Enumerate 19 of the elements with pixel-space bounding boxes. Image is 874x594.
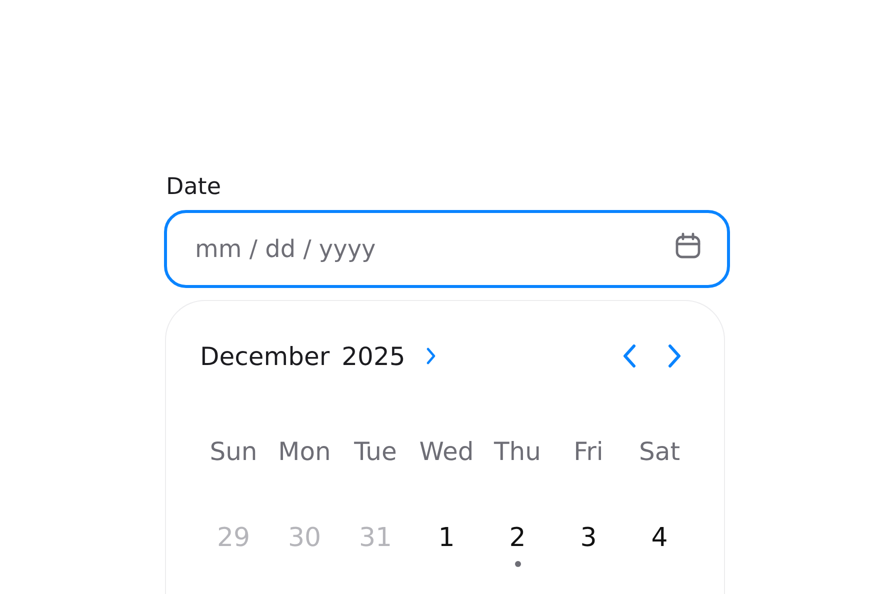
day-number[interactable]: 2 <box>509 523 526 553</box>
day-number[interactable]: 3 <box>580 523 597 553</box>
day-number[interactable]: 4 <box>651 523 668 553</box>
weekday-label: Thu <box>494 436 541 466</box>
weekday-label: Mon <box>278 436 331 466</box>
next-month-icon[interactable] <box>666 344 682 368</box>
weekday-label: Sat <box>639 436 680 466</box>
calendar-icon[interactable] <box>674 232 702 260</box>
day-number[interactable]: 1 <box>438 523 455 553</box>
previous-month-icon[interactable] <box>622 344 638 368</box>
weekday-label: Wed <box>419 436 474 466</box>
chevron-right-icon[interactable] <box>425 347 438 365</box>
date-field[interactable]: mm / dd / yyyy <box>164 210 730 288</box>
field-label: Date <box>166 174 221 200</box>
weekday-label: Tue <box>354 436 397 466</box>
weekday-label: Fri <box>574 436 604 466</box>
year-title[interactable]: 2025 <box>342 342 406 370</box>
weekday-label: Sun <box>210 436 258 466</box>
month-title[interactable]: December <box>200 342 330 370</box>
